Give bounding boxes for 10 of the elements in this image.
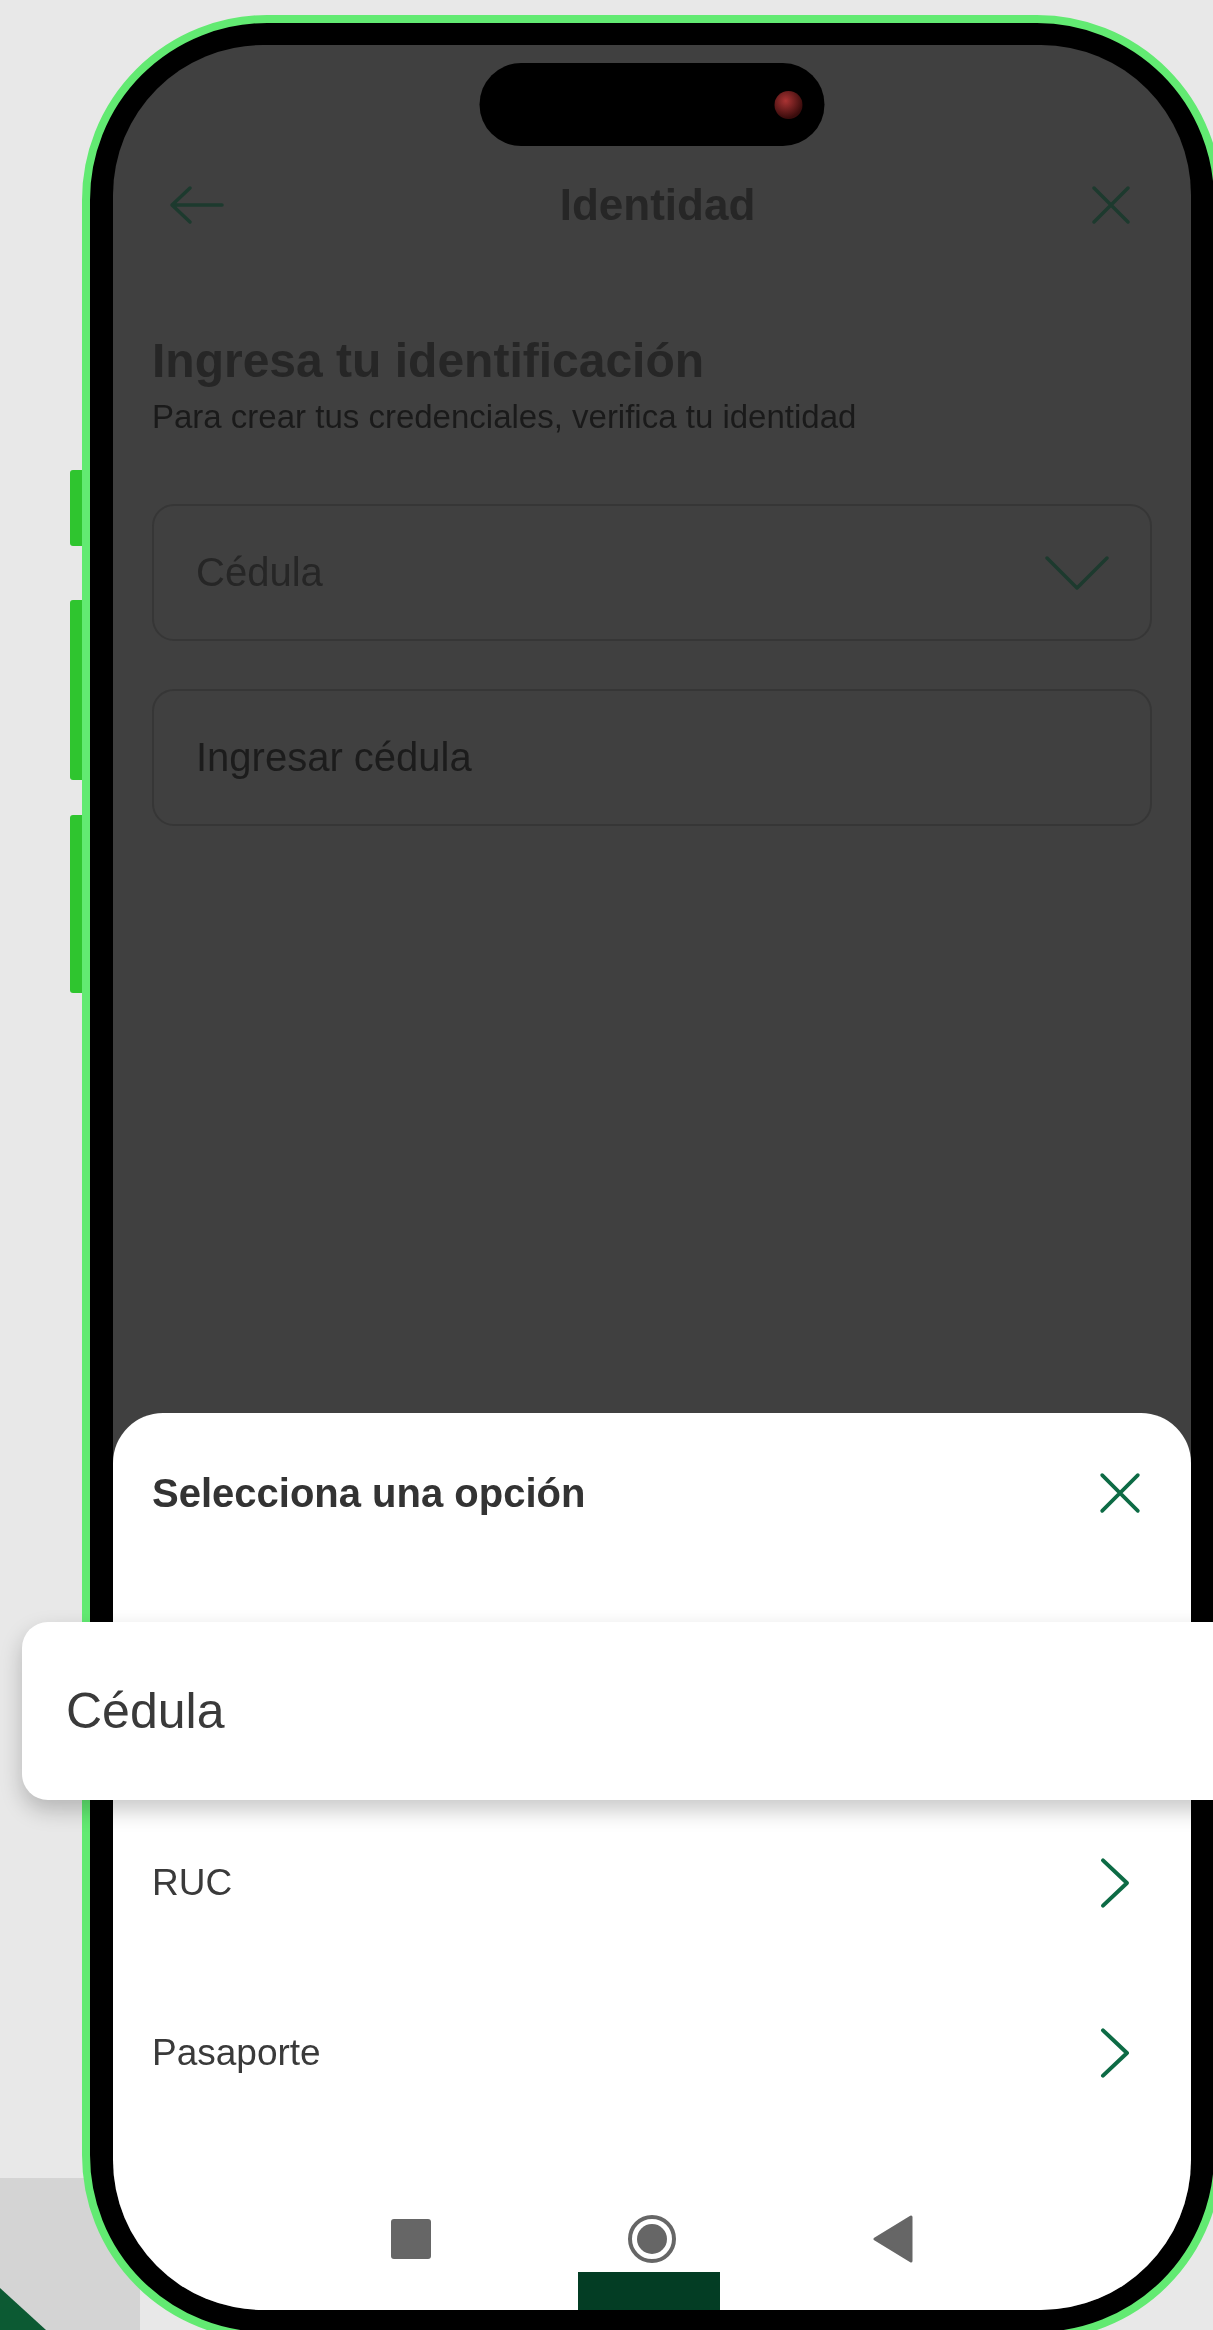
option-item[interactable]: Cédula xyxy=(22,1622,1213,1800)
corner-decoration xyxy=(0,2288,46,2330)
back-icon[interactable] xyxy=(873,2215,913,2263)
sheet-title: Selecciona una opción xyxy=(152,1470,586,1516)
home-icon[interactable] xyxy=(627,2214,677,2264)
chevron-right-icon xyxy=(1099,2026,1131,2080)
option-item[interactable]: Pasaporte xyxy=(113,1968,1191,2138)
close-icon[interactable] xyxy=(1099,1472,1141,1514)
chevron-right-icon xyxy=(1099,1856,1131,1910)
option-item[interactable]: RUC xyxy=(113,1798,1191,1968)
